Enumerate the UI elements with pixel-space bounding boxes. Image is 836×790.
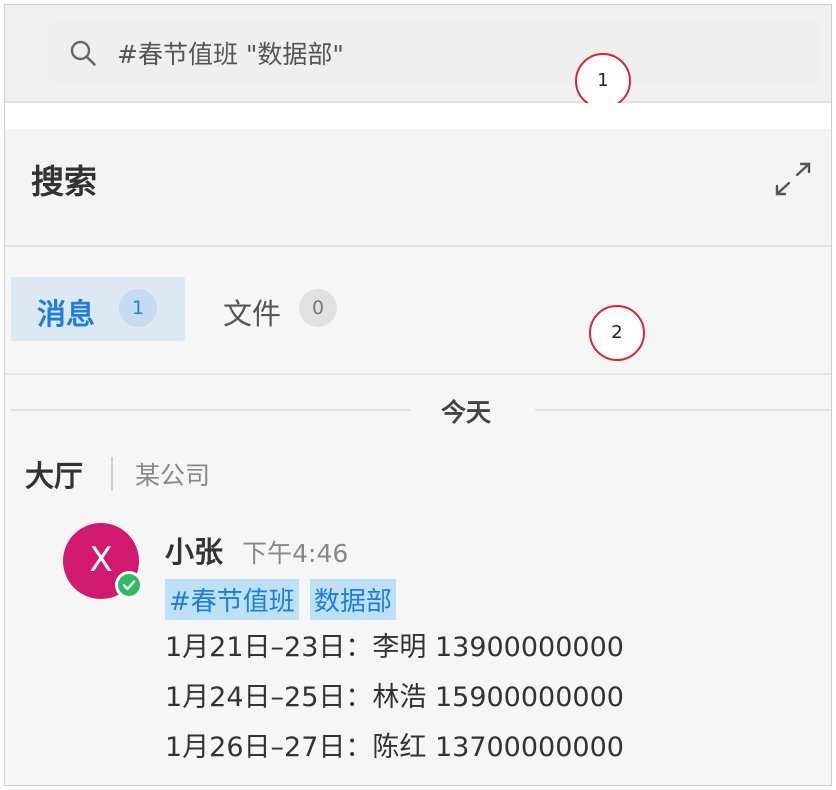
search-input[interactable]: #春节值班 "数据部" [49,19,819,85]
message-header: 小张 下午4:46 [165,529,815,573]
channel-heading[interactable]: 大厅 某公司 [25,453,425,493]
check-icon [122,580,136,591]
day-label: 今天 [441,398,492,427]
channel-separator [111,457,113,491]
annotation-marker-2: 2 [589,305,645,361]
online-dot [118,574,140,596]
search-icon [70,40,96,66]
tab-files-count: 0 [299,289,337,327]
divider-line [535,409,831,411]
message-time: 下午4:46 [242,539,349,568]
message-line: 1月21日–23日：李明 13900000000 [165,632,624,663]
message-line: 1月24日–25日：林浩 15900000000 [165,682,624,713]
message-highlights: #春节值班 数据部 [165,579,815,623]
sender-name[interactable]: 小张 [165,535,223,569]
divider-line [11,409,411,411]
panel-title: 搜索 [31,162,97,201]
expand-icon[interactable] [773,161,813,197]
tab-messages-count: 1 [119,289,157,327]
online-status-icon [115,571,143,599]
search-panel-header: 搜索 [5,129,831,247]
day-divider: 今天 [5,385,831,435]
tab-messages-label: 消息 [37,297,96,331]
message-item[interactable]: 小张 下午4:46 #春节值班 数据部 1月21日–23日：李明 1390000… [165,529,815,773]
tab-messages[interactable]: 消息 1 [11,277,185,341]
search-window: #春节值班 "数据部" 1 搜索 消息 1 文件 0 2 今天 大厅 某公司 X… [4,4,832,786]
annotation-marker-1: 1 [575,53,631,109]
highlight-tag[interactable]: #春节值班 [165,579,299,620]
message-line: 1月26日–27日：陈红 13700000000 [165,732,624,763]
channel-org: 某公司 [135,461,211,490]
search-bar-area: #春节值班 "数据部" 1 [5,5,831,109]
search-query-text[interactable]: #春节值班 "数据部" [117,35,344,71]
tab-files[interactable]: 文件 0 [219,277,359,341]
highlight-tag: 数据部 [309,579,396,620]
divider-band [5,103,831,129]
tab-files-label: 文件 [223,297,282,331]
channel-name: 大厅 [25,459,84,493]
result-tabs: 消息 1 文件 0 2 [5,247,831,375]
